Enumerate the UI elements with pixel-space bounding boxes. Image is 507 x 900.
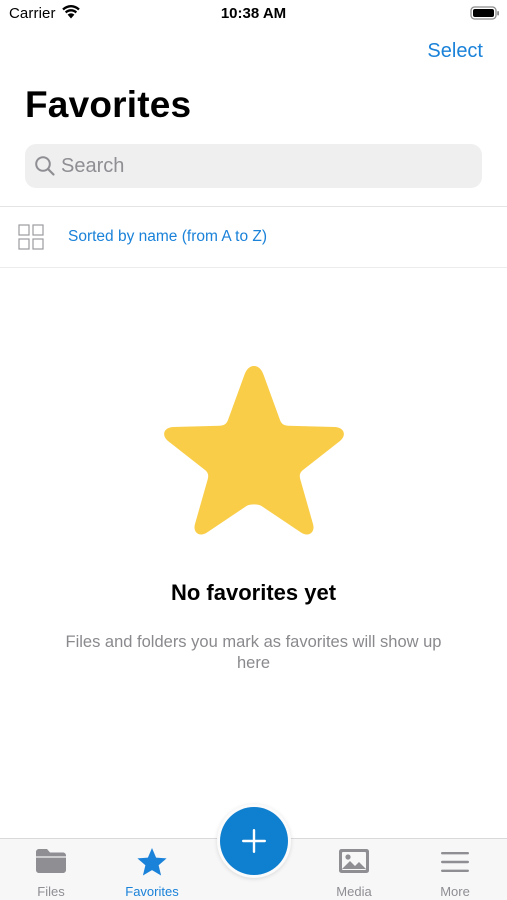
tab-files[interactable]: Files xyxy=(1,839,101,900)
tab-favorites[interactable]: Favorites xyxy=(102,839,202,900)
status-time: 10:38 AM xyxy=(220,5,287,22)
folder-icon xyxy=(36,849,66,873)
sort-row: Sorted by name (from A to Z) xyxy=(0,207,507,267)
sort-order-button[interactable]: Sorted by name (from A to Z) xyxy=(68,228,267,246)
menu-icon xyxy=(441,852,469,872)
tab-label: Favorites xyxy=(125,884,179,899)
image-icon xyxy=(339,849,369,873)
status-bar: Carrier 10:38 AM xyxy=(0,0,507,28)
plus-icon xyxy=(242,829,266,853)
tab-label: More xyxy=(440,884,470,899)
star-icon xyxy=(164,366,344,535)
search-icon xyxy=(35,156,55,176)
search-input[interactable] xyxy=(61,144,461,188)
tab-label: Media xyxy=(336,884,372,899)
empty-state-subtitle: Files and folders you mark as favorites … xyxy=(65,633,442,672)
tab-label: Files xyxy=(37,884,65,899)
tab-more[interactable]: More xyxy=(405,839,505,900)
grid-view-icon[interactable] xyxy=(18,224,44,250)
tab-media[interactable]: Media xyxy=(304,839,404,900)
select-button[interactable]: Select xyxy=(427,40,483,63)
empty-state-title: No favorites yet xyxy=(170,580,337,605)
star-icon xyxy=(137,848,167,876)
divider xyxy=(0,267,507,268)
page-title: Favorites xyxy=(25,84,192,125)
battery-icon xyxy=(470,6,499,20)
search-bar[interactable] xyxy=(25,144,482,188)
add-button-ring xyxy=(217,804,291,878)
add-button[interactable] xyxy=(220,807,288,875)
favorites-screen: Carrier 10:38 AM Select Favorites Search… xyxy=(0,0,507,900)
